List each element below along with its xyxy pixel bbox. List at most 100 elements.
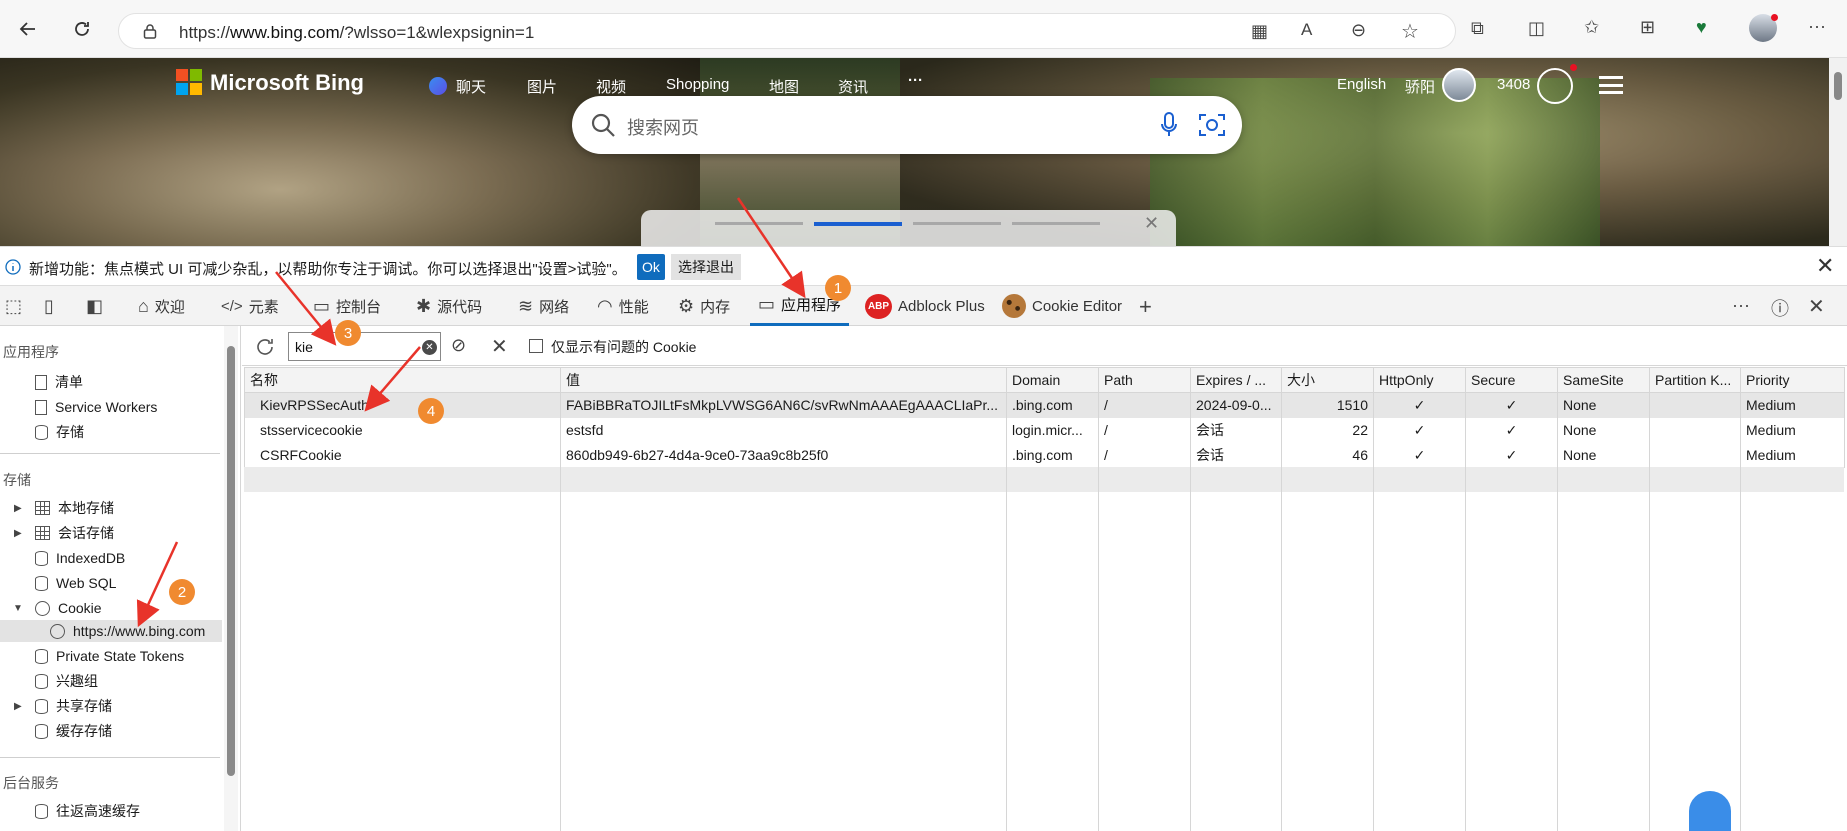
apps-icon[interactable]: ▦ (1251, 21, 1268, 42)
clear-all-cookies-icon[interactable]: ⊘ (451, 335, 466, 356)
address-bar[interactable]: https://www.bing.com/?wlsso=1&wlexpsigni… (118, 13, 1456, 49)
sidebar-item-back-forward-cache[interactable]: 往返高速缓存 (35, 800, 140, 822)
visual-search-icon[interactable] (1198, 112, 1226, 138)
read-aloud-icon[interactable]: A (1301, 20, 1312, 40)
column-header-size[interactable]: 大小 (1281, 367, 1374, 393)
table-row[interactable]: KievRPSSecAuth FABiBBRaTOJILtFsMkpLVWSG6… (244, 392, 1845, 418)
inspect-element-icon[interactable]: ⬚ (5, 296, 22, 317)
column-header-priority[interactable]: Priority (1740, 367, 1845, 393)
carousel-indicator-active[interactable] (814, 222, 902, 226)
language-link[interactable]: English (1337, 76, 1386, 93)
more-options-icon[interactable]: ··· (1808, 16, 1826, 37)
column-header-partition-key[interactable]: Partition K... (1649, 367, 1741, 393)
browser-essentials-icon[interactable]: ♥ (1696, 17, 1707, 38)
carousel-indicator[interactable] (913, 222, 1001, 225)
cookie-filter-input[interactable]: kie ✕ (288, 332, 441, 361)
column-header-samesite[interactable]: SameSite (1557, 367, 1650, 393)
chip-icon: ⚙ (678, 295, 695, 316)
refresh-button[interactable] (66, 13, 98, 45)
column-header-domain[interactable]: Domain (1006, 367, 1099, 393)
database-icon (35, 723, 48, 739)
nav-news[interactable]: 资讯 (838, 76, 868, 97)
microsoft-logo[interactable] (176, 69, 202, 95)
column-header-secure[interactable]: Secure (1465, 367, 1558, 393)
extensions-icon[interactable]: ⧉ (1471, 18, 1484, 39)
cell-partition-key (1649, 417, 1741, 443)
nav-more[interactable]: ··· (908, 72, 923, 89)
close-devtools-icon[interactable]: ✕ (1808, 294, 1825, 319)
expand-arrow-icon[interactable]: ▶ (14, 701, 22, 712)
sidebar-item-indexeddb[interactable]: IndexedDB (35, 547, 125, 569)
rewards-icon[interactable] (1537, 68, 1573, 104)
sidebar-scrollbar[interactable] (224, 326, 238, 831)
sidebar-item-cache-storage[interactable]: 缓存存储 (35, 720, 112, 742)
ok-button[interactable]: Ok (637, 254, 665, 280)
sidebar-item-service-workers[interactable]: Service Workers (35, 396, 157, 418)
collapse-arrow-icon[interactable]: ▼ (13, 603, 23, 614)
sidebar-item-session-storage[interactable]: 会话存储 (35, 522, 114, 544)
expand-arrow-icon[interactable]: ▶ (14, 528, 22, 539)
microphone-icon[interactable] (1160, 112, 1178, 138)
split-screen-icon[interactable]: ◫ (1528, 18, 1545, 39)
tab-cookie-editor[interactable]: Cookie Editor (1002, 286, 1122, 326)
table-row[interactable]: CSRFCookie 860db949-6b27-4d4a-9ce0-73aa9… (244, 442, 1845, 468)
bing-search-box[interactable]: 搜索网页 (572, 96, 1242, 154)
sidebar-item-shared-storage[interactable]: 共享存储 (35, 695, 112, 717)
only-issues-checkbox[interactable] (529, 339, 543, 353)
tab-elements[interactable]: </> 元素 (221, 286, 279, 326)
toggle-sidebar-icon[interactable]: ◧ (86, 296, 103, 317)
nav-images[interactable]: 图片 (527, 76, 557, 97)
user-avatar[interactable] (1442, 68, 1476, 102)
column-header-expires[interactable]: Expires / ... (1190, 367, 1282, 393)
sidebar-item-private-state-tokens[interactable]: Private State Tokens (35, 645, 184, 667)
sidebar-item-interest-groups[interactable]: 兴趣组 (35, 670, 98, 692)
tab-performance[interactable]: ◠ 性能 (597, 286, 649, 326)
cell-name: KievRPSSecAuth (244, 392, 561, 418)
clear-filter-icon[interactable]: ✕ (422, 340, 437, 355)
carousel-indicator[interactable] (715, 222, 803, 225)
bing-brand[interactable]: Microsoft Bing (210, 70, 364, 96)
sidebar-item-local-storage[interactable]: 本地存储 (35, 497, 114, 519)
column-header-httponly[interactable]: HttpOnly (1373, 367, 1466, 393)
page-scrollbar[interactable] (1829, 58, 1847, 246)
carousel-indicator[interactable] (1012, 222, 1100, 225)
sidebar-item-manifest[interactable]: 清单 (35, 371, 83, 393)
favorite-star-icon[interactable]: ☆ (1401, 19, 1419, 44)
add-tab-icon[interactable]: + (1139, 294, 1152, 320)
column-header-path[interactable]: Path (1098, 367, 1191, 393)
collections-icon[interactable]: ⊞ (1640, 17, 1655, 38)
rewards-points[interactable]: 3408 (1497, 76, 1530, 93)
tab-welcome[interactable]: ⌂ 欢迎 (138, 286, 185, 326)
expand-arrow-icon[interactable]: ▶ (14, 503, 22, 514)
column-header-value[interactable]: 值 (560, 367, 1007, 393)
sidebar-item-cookie-bing[interactable]: https://www.bing.com (50, 620, 205, 642)
back-button[interactable] (12, 13, 44, 45)
close-notice-icon[interactable]: ✕ (1816, 253, 1834, 279)
table-row[interactable]: stsservicecookie estsfd login.micr... / … (244, 417, 1845, 443)
help-icon[interactable]: ⓘ (1771, 295, 1789, 321)
tab-network[interactable]: ≋ 网络 (518, 286, 569, 326)
device-emulation-icon[interactable]: ▯ (44, 296, 54, 317)
favorites-icon[interactable]: ✩ (1584, 17, 1599, 38)
zoom-out-icon[interactable]: ⊖ (1351, 20, 1366, 41)
nav-videos[interactable]: 视频 (596, 76, 626, 97)
floating-assistant-button[interactable] (1689, 791, 1731, 831)
sidebar-item-cookie[interactable]: Cookie (35, 597, 102, 619)
opt-out-button[interactable]: 选择退出 (671, 254, 741, 280)
carousel-close-icon[interactable]: ✕ (1144, 213, 1159, 234)
delete-selected-icon[interactable]: ✕ (491, 334, 508, 359)
nav-chat[interactable]: 聊天 (456, 76, 486, 97)
home-icon: ⌂ (138, 295, 149, 316)
nav-maps[interactable]: 地图 (769, 76, 799, 97)
user-name[interactable]: 骄阳 (1405, 76, 1435, 97)
sidebar-item-web-sql[interactable]: Web SQL (35, 572, 116, 594)
sidebar-item-storage[interactable]: 存储 (35, 421, 84, 443)
tab-memory[interactable]: ⚙ 内存 (678, 286, 730, 326)
nav-shopping[interactable]: Shopping (666, 76, 729, 93)
tab-adblock-plus[interactable]: ABP Adblock Plus (865, 286, 985, 326)
tab-sources[interactable]: ✱ 源代码 (416, 286, 482, 326)
refresh-icon[interactable] (254, 336, 276, 358)
more-tools-icon[interactable]: ··· (1732, 295, 1750, 316)
column-header-name[interactable]: 名称 (244, 367, 561, 393)
menu-icon[interactable] (1599, 76, 1623, 94)
